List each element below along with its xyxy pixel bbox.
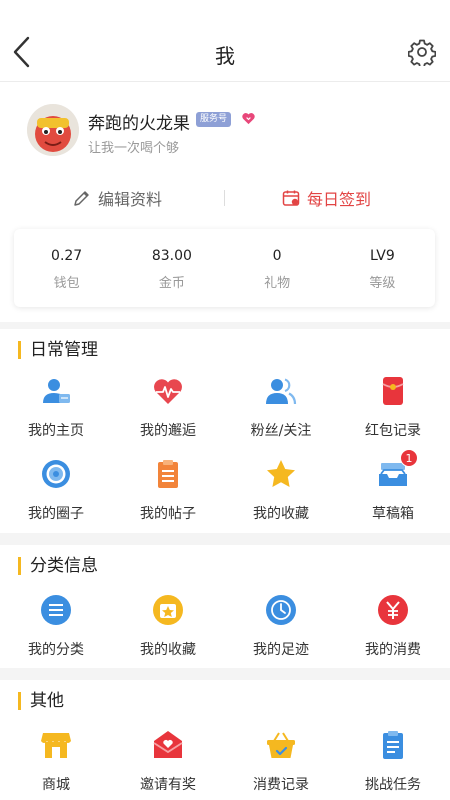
grid-item-invite-rewards[interactable]: 邀请有奖 xyxy=(112,729,224,794)
grid-label: 我的圈子 xyxy=(28,506,84,522)
page-title: 我 xyxy=(215,44,235,68)
grid-item-challenge-tasks[interactable]: 挑战任务 xyxy=(337,729,449,794)
stat-coins[interactable]: 83.00 金币 xyxy=(119,229,224,307)
grid-label: 红包记录 xyxy=(365,423,421,439)
drafts-count-badge: 1 xyxy=(400,449,418,467)
top-bar: 我 xyxy=(0,0,450,82)
grid-label: 挑战任务 xyxy=(365,777,421,793)
section-title: 日常管理 xyxy=(18,341,98,359)
daily-checkin-button[interactable]: 每日签到 xyxy=(281,186,371,210)
stat-value: 83.00 xyxy=(151,248,192,264)
grid-item-followers[interactable]: 粉丝/关注 xyxy=(225,375,337,440)
mail-heart-icon xyxy=(152,729,184,761)
grid-label: 我的收藏 xyxy=(253,506,309,522)
username: 奔跑的火龙果 xyxy=(88,114,190,134)
grid-item-my-favorites[interactable]: 我的收藏 xyxy=(225,458,337,523)
grid-label: 我的分类 xyxy=(28,642,84,658)
grid-item-shop[interactable]: 商城 xyxy=(0,729,112,794)
grid-label: 我的收藏 xyxy=(140,642,196,658)
grid-label: 邀请有奖 xyxy=(140,777,196,793)
action-divider xyxy=(224,190,225,206)
other-section: 其他 商城 邀请有奖 消费记录 挑战任务 xyxy=(0,680,450,800)
grid-item-category-favorites[interactable]: 我的收藏 xyxy=(112,594,224,659)
grid-item-my-posts[interactable]: 我的帖子 xyxy=(112,458,224,523)
signature: 让我一次喝个够 xyxy=(88,141,180,156)
stat-label: 钱包 xyxy=(53,276,80,291)
settings-button[interactable] xyxy=(407,38,437,69)
daily-management-section: 日常管理 我的主页 我的邂逅 粉丝/关注 红包记录 我的圈子 我的帖子 我的收藏… xyxy=(0,329,450,533)
grid-item-drafts[interactable]: 1 草稿箱 xyxy=(337,449,449,523)
stat-level[interactable]: LV9 等级 xyxy=(330,229,435,307)
edit-profile-label: 编辑资料 xyxy=(98,190,163,209)
task-icon xyxy=(377,729,409,761)
stat-value: 0 xyxy=(272,248,282,264)
stat-gifts[interactable]: 0 礼物 xyxy=(225,229,330,307)
clock-icon xyxy=(265,594,297,626)
calendar-icon xyxy=(282,190,300,206)
grid-item-my-spending[interactable]: 我的消费 xyxy=(337,594,449,659)
yen-icon xyxy=(377,594,409,626)
star-icon xyxy=(265,458,297,490)
grid-item-my-categories[interactable]: 我的分类 xyxy=(0,594,112,659)
stat-label: 礼物 xyxy=(264,276,291,291)
clipboard-icon xyxy=(152,458,184,490)
stat-value: 0.27 xyxy=(51,248,83,264)
grid-item-purchase-records[interactable]: 消费记录 xyxy=(225,729,337,794)
edit-profile-button[interactable]: 编辑资料 xyxy=(72,186,162,210)
grid-label: 我的帖子 xyxy=(140,506,196,522)
category-info-section: 分类信息 我的分类 我的收藏 我的足迹 我的消费 xyxy=(0,545,450,668)
inbox-icon: 1 xyxy=(377,449,418,490)
grid-item-my-circles[interactable]: 我的圈子 xyxy=(0,458,112,523)
section-title: 分类信息 xyxy=(18,557,98,575)
grid-label: 我的邂逅 xyxy=(140,423,196,439)
user-card-icon xyxy=(40,375,72,407)
grid-label: 我的主页 xyxy=(28,423,84,439)
grid-label: 消费记录 xyxy=(253,777,309,793)
stat-wallet[interactable]: 0.27 钱包 xyxy=(14,229,119,307)
grid-label: 草稿箱 xyxy=(372,506,414,522)
grid-label: 商城 xyxy=(42,777,70,793)
pencil-icon xyxy=(74,191,89,206)
profile-card: 奔跑的火龙果 服务号 让我一次喝个够 编辑资料 每日签到 0.27 钱包 83.… xyxy=(0,82,450,322)
list-icon xyxy=(40,594,72,626)
grid-label: 我的消费 xyxy=(365,642,421,658)
section-title: 其他 xyxy=(18,692,64,710)
target-icon xyxy=(40,458,72,490)
grid-label: 我的足迹 xyxy=(253,642,309,658)
service-badge: 服务号 xyxy=(196,112,232,127)
red-envelope-icon xyxy=(377,375,409,407)
stats-card: 0.27 钱包 83.00 金币 0 礼物 LV9 等级 xyxy=(14,229,435,307)
grid-item-my-footprints[interactable]: 我的足迹 xyxy=(225,594,337,659)
grid-item-my-homepage[interactable]: 我的主页 xyxy=(0,375,112,440)
grid-item-red-packet-records[interactable]: 红包记录 xyxy=(337,375,449,440)
stat-label: 等级 xyxy=(369,276,396,291)
star-box-icon xyxy=(152,594,184,626)
heart-icon xyxy=(242,113,255,125)
stat-value: LV9 xyxy=(370,248,395,264)
heartbeat-icon xyxy=(152,375,184,407)
shop-icon xyxy=(40,729,72,761)
daily-checkin-label: 每日签到 xyxy=(307,190,372,209)
users-icon xyxy=(265,375,297,407)
stat-label: 金币 xyxy=(158,276,185,291)
gear-icon xyxy=(407,39,437,69)
basket-icon xyxy=(265,729,297,761)
avatar[interactable] xyxy=(27,104,79,156)
grid-item-my-encounters[interactable]: 我的邂逅 xyxy=(112,375,224,440)
grid-label: 粉丝/关注 xyxy=(250,423,312,439)
